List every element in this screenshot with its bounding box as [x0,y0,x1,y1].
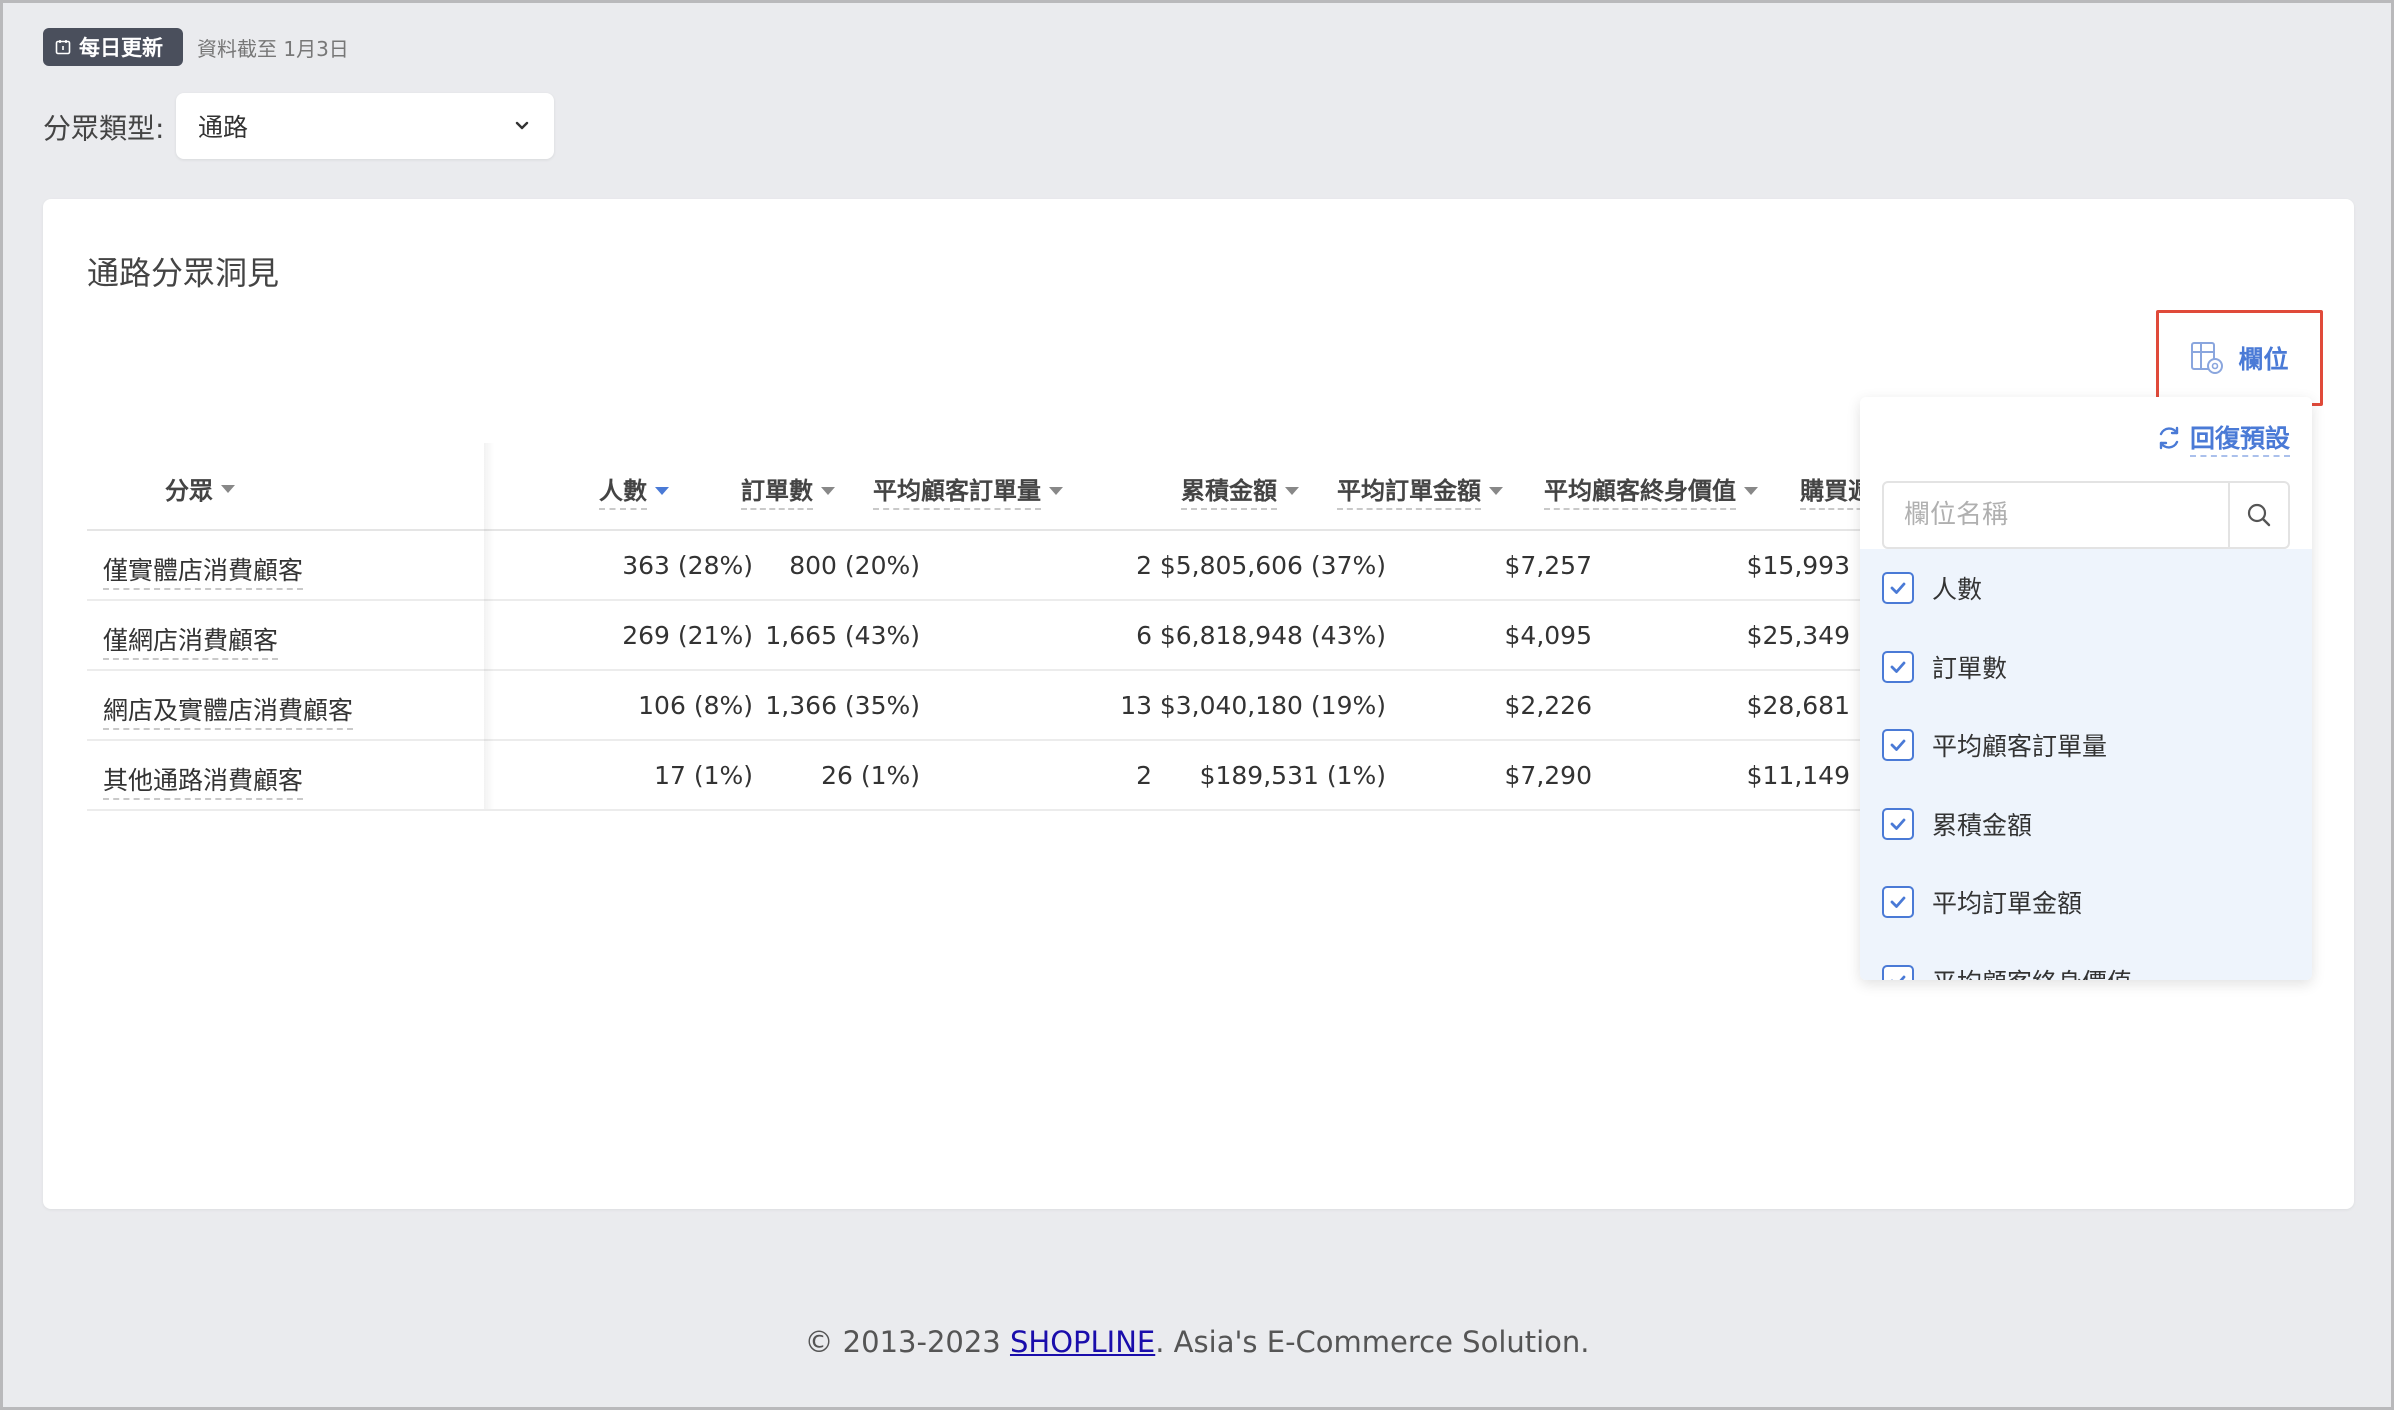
checkbox-checked-icon[interactable] [1882,807,1914,840]
col-header-avg-orders[interactable]: 平均顧客訂單量 [873,471,1063,510]
column-option[interactable]: 訂單數 [1860,628,2312,707]
search-icon [2247,503,2271,527]
search-button[interactable] [2228,483,2288,547]
card-title: 通路分眾洞見 [87,254,280,292]
col-header-people[interactable]: 人數 [599,471,669,510]
col-header-avg-order-amount[interactable]: 平均訂單金額 [1337,471,1503,510]
sort-caret-icon [1744,486,1758,495]
table-header: 分眾 人數 訂單數 平均顧客訂單量 累積金額 平均訂單金額 平均顧客終身價值 購… [87,443,1872,531]
daily-update-badge: 每日更新 [43,28,183,66]
checkbox-checked-icon[interactable] [1882,572,1914,605]
badge-label: 每日更新 [79,36,163,60]
segment-name[interactable]: 其他通路消費顧客 [103,761,304,800]
column-settings-icon [2191,342,2224,374]
reset-default-button[interactable]: 回復預設 [2156,419,2290,457]
table-row: 其他通路消費顧客 17 (1%) 26 (1%) 2 $189,531 (1%)… [87,741,1863,811]
table-row: 網店及實體店消費顧客 106 (8%) 1,366 (35%) 13 $3,04… [87,671,1863,741]
shopline-link[interactable]: SHOPLINE [1010,1325,1155,1359]
col-header-avg-ltv[interactable]: 平均顧客終身價值 [1544,471,1758,510]
checkbox-checked-icon[interactable] [1882,964,1914,980]
col-header-orders[interactable]: 訂單數 [741,471,835,510]
columns-button[interactable]: 欄位 [2156,310,2323,406]
footer: © 2013-2023 SHOPLINE. Asia's E-Commerce … [804,1325,1590,1359]
table-row: 僅實體店消費顧客 363 (28%) 800 (20%) 2 $5,805,60… [87,531,1863,601]
sort-caret-icon [821,486,835,495]
segment-name[interactable]: 網店及實體店消費顧客 [103,691,354,730]
segment-type-label: 分眾類型: [43,112,165,145]
column-settings-panel: 回復預設 人數 訂單數 平均顧客訂單量 累積金額 平均訂單 [1860,397,2312,980]
frozen-column-shadow [484,443,494,809]
col-header-total-amount[interactable]: 累積金額 [1181,471,1299,510]
chevron-down-icon [515,121,529,130]
table-row: 僅網店消費顧客 269 (21%) 1,665 (43%) 6 $6,818,9… [87,601,1863,671]
sort-caret-icon [1049,486,1063,495]
column-option[interactable]: 平均顧客訂單量 [1860,706,2312,785]
checkbox-checked-icon[interactable] [1882,729,1914,762]
segment-name[interactable]: 僅實體店消費顧客 [103,551,304,590]
sort-caret-icon [1285,486,1299,495]
column-option[interactable]: 累積金額 [1860,785,2312,864]
refresh-icon [2159,426,2179,450]
column-option-list: 人數 訂單數 平均顧客訂單量 累積金額 平均訂單金額 平均顧客終身價值 [1860,549,2312,980]
checkbox-checked-icon[interactable] [1882,650,1914,683]
sort-caret-icon [655,486,669,495]
col-header-segment[interactable]: 分眾 [165,471,235,506]
segment-type-value: 通路 [198,113,249,142]
checkbox-checked-icon[interactable] [1882,886,1914,919]
columns-button-label: 欄位 [2238,345,2289,374]
segment-name[interactable]: 僅網店消費顧客 [103,621,279,660]
sort-caret-icon [221,484,235,493]
column-search [1882,481,2290,549]
sort-caret-icon [1489,486,1503,495]
column-search-input[interactable] [1884,483,2228,547]
column-option[interactable]: 人數 [1860,549,2312,628]
segment-type-select[interactable]: 通路 [176,93,554,159]
segment-table: 分眾 人數 訂單數 平均顧客訂單量 累積金額 平均訂單金額 平均顧客終身價值 購… [87,443,1872,811]
column-option[interactable]: 平均顧客終身價值 [1860,942,2312,980]
calendar-icon [55,40,71,55]
column-option[interactable]: 平均訂單金額 [1860,863,2312,942]
data-cutoff-note: 資料截至 1月3日 [197,37,349,61]
